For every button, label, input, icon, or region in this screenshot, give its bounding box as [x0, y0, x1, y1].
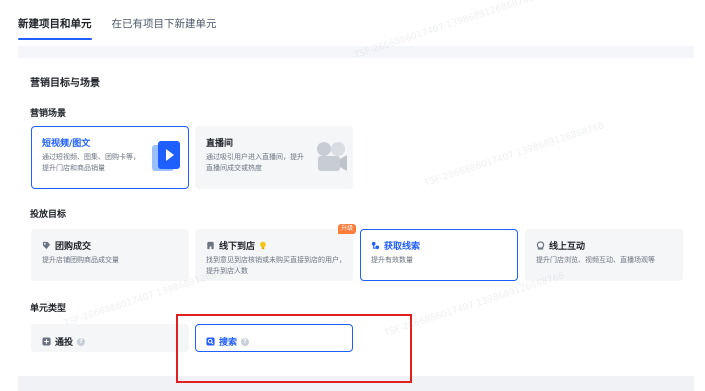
tab-new-unit-in-existing-project[interactable]: 在已有项目下新建单元 [112, 10, 217, 38]
scene-card-short-video[interactable]: 短视频/图文 通过短视频、图集、团购卡等，提升门店和商品销量 [31, 126, 189, 189]
broad-icon [42, 337, 51, 346]
goal-card-get-leads[interactable]: 获取线索 提升有效数量 [360, 229, 518, 281]
goal-card-desc: 提升有效数量 [371, 256, 413, 264]
subtitle-unit-type: 单元类型 [30, 304, 67, 314]
goal-card-title: 线上互动 [536, 239, 585, 252]
unit-card-title: 通投 ? [42, 335, 86, 348]
unit-card-broad[interactable]: 通投 ? [31, 324, 189, 352]
scene-card-title: 直播间 [206, 139, 234, 149]
scene-card-desc: 通过短视频、图集、团购卡等，提升门店和商品销量 [42, 153, 140, 172]
section-title-marketing: 营销目标与场景 [30, 78, 100, 89]
tag-icon [42, 241, 51, 250]
subtitle-marketing-scene: 营销场景 [30, 109, 67, 119]
leads-icon [371, 241, 380, 250]
search-icon [206, 337, 215, 346]
live-room-icon [317, 142, 347, 171]
bottom-strip [18, 376, 694, 391]
goal-card-group-buy[interactable]: 团购成交 提升店铺团购商品成交量 [31, 229, 189, 281]
goal-card-offline-visit[interactable]: 线下到店 找到意见到店核销或未购买直接到店的用户，提升到店人数 [195, 229, 353, 281]
scene-card-live-room[interactable]: 直播间 通过吸引用户进入直播间，提升直播间成交或热度 [195, 126, 353, 189]
help-icon[interactable]: ? [77, 337, 86, 346]
upgrade-badge: 升级 [338, 224, 356, 234]
subtitle-goal: 投放目标 [30, 210, 67, 220]
goal-card-desc: 提升门店浏览、视频互动、直播场观等 [536, 256, 655, 264]
goal-card-desc: 提升店铺团购商品成交量 [42, 256, 119, 264]
tab-new-project-and-unit[interactable]: 新建项目和单元 [18, 10, 92, 40]
video-doc-icon [152, 141, 180, 171]
bulb-icon [260, 241, 266, 250]
scene-card-desc: 通过吸引用户进入直播间，提升直播间成交或热度 [206, 153, 304, 172]
unit-card-search[interactable]: 搜索 ? [195, 324, 353, 352]
goal-card-desc: 找到意见到店核销或未购买直接到店的用户，提升到店人数 [206, 256, 346, 275]
scene-card-title: 短视频/图文 [42, 139, 91, 149]
unit-card-title: 搜索 ? [206, 335, 250, 348]
help-icon[interactable]: ? [241, 337, 250, 346]
store-icon [206, 241, 215, 250]
goal-card-title: 获取线索 [371, 239, 420, 252]
goal-card-title: 线下到店 [206, 239, 267, 252]
goal-card-online-interaction[interactable]: 线上互动 提升门店浏览、视频互动、直播场观等 [525, 229, 683, 281]
top-tabs: 新建项目和单元 在已有项目下新建单元 [18, 10, 217, 40]
interaction-icon [536, 241, 545, 250]
goal-card-title: 团购成交 [42, 239, 91, 252]
